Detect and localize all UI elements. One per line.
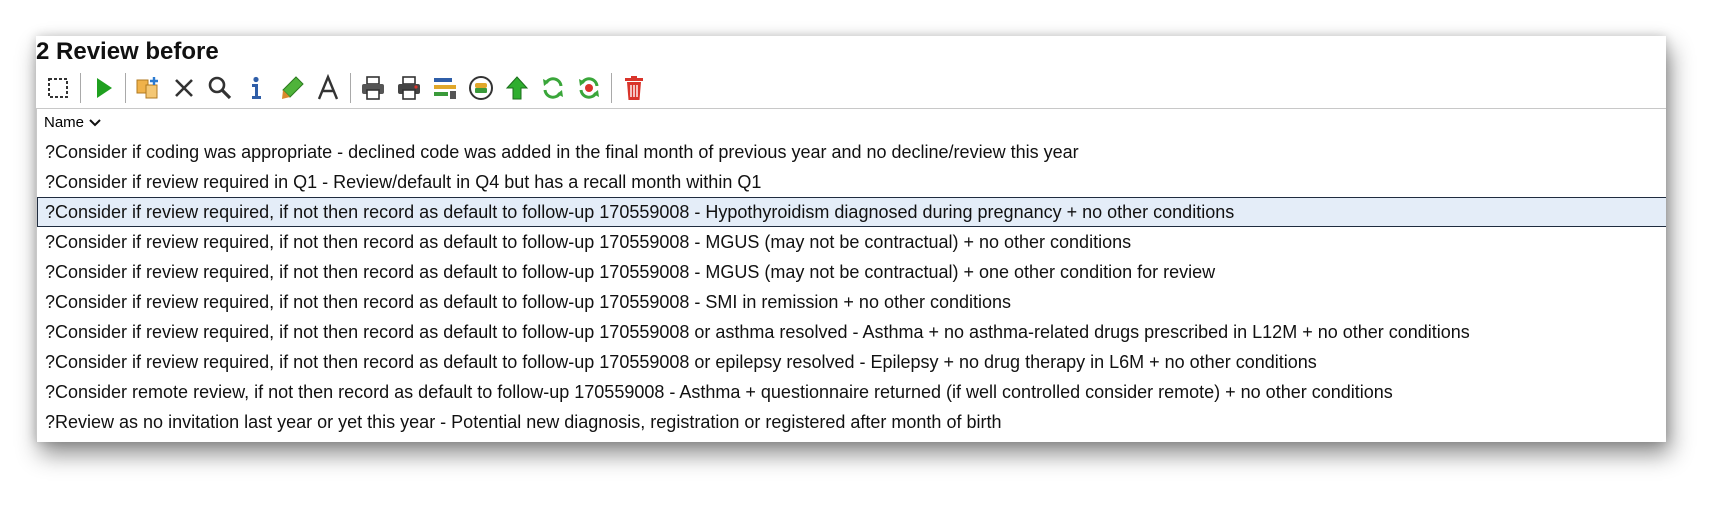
- info-icon: [252, 76, 261, 99]
- toolbar: [40, 70, 652, 106]
- refresh-icon: [543, 77, 563, 99]
- search-button[interactable]: [202, 70, 238, 106]
- print-icon: [362, 76, 384, 100]
- print-preview-icon: [398, 76, 420, 100]
- print-button[interactable]: [355, 70, 391, 106]
- toolbar-separator: [350, 73, 351, 103]
- report-button[interactable]: [427, 70, 463, 106]
- highlight-icon: [282, 76, 304, 99]
- add-to-group-button[interactable]: [130, 70, 166, 106]
- move-up-icon: [505, 76, 529, 100]
- move-up-button[interactable]: [499, 70, 535, 106]
- refresh-stop-icon: [579, 77, 599, 99]
- batch-icon: [469, 76, 493, 100]
- list-item[interactable]: ?Consider if review required, if not the…: [37, 287, 1666, 317]
- list-item[interactable]: ?Consider if review required in Q1 - Rev…: [37, 167, 1666, 197]
- search-icon: [208, 76, 232, 100]
- delete-icon: [625, 76, 643, 100]
- list-item-selected[interactable]: ?Consider if review required, if not the…: [37, 197, 1666, 227]
- list-item[interactable]: ?Consider if review required, if not the…: [37, 257, 1666, 287]
- select-all-icon: [48, 78, 68, 98]
- close-icon: [175, 79, 193, 97]
- list-item[interactable]: ?Consider if review required, if not the…: [37, 227, 1666, 257]
- toolbar-separator: [125, 73, 126, 103]
- chevron-down-icon: [89, 119, 101, 127]
- column-header-name[interactable]: Name: [37, 109, 1666, 137]
- refresh-button[interactable]: [535, 70, 571, 106]
- font-icon: [317, 74, 339, 100]
- review-panel: 2 Review before Name ?Consider if coding…: [36, 36, 1666, 442]
- print-preview-button[interactable]: [391, 70, 427, 106]
- review-list: Name ?Consider if coding was appropriate…: [36, 108, 1666, 442]
- refresh-stop-button[interactable]: [571, 70, 607, 106]
- select-all-button[interactable]: [40, 70, 76, 106]
- column-header-label: Name: [44, 114, 85, 131]
- panel-title: 2 Review before: [36, 38, 219, 65]
- info-button[interactable]: [238, 70, 274, 106]
- highlight-button[interactable]: [274, 70, 310, 106]
- batch-button[interactable]: [463, 70, 499, 106]
- list-item[interactable]: ?Consider if review required, if not the…: [37, 347, 1666, 377]
- list-item[interactable]: ?Review as no invitation last year or ye…: [37, 407, 1666, 437]
- add-to-group-icon: [136, 77, 158, 99]
- delete-button[interactable]: [616, 70, 652, 106]
- report-icon: [434, 78, 456, 99]
- list-item[interactable]: ?Consider if coding was appropriate - de…: [37, 137, 1666, 167]
- run-button[interactable]: [85, 70, 121, 106]
- remove-button[interactable]: [166, 70, 202, 106]
- font-button[interactable]: [310, 70, 346, 106]
- list-item[interactable]: ?Consider if review required, if not the…: [37, 317, 1666, 347]
- run-icon: [97, 78, 112, 98]
- list-item[interactable]: ?Consider remote review, if not then rec…: [37, 377, 1666, 407]
- toolbar-separator: [611, 73, 612, 103]
- toolbar-separator: [80, 73, 81, 103]
